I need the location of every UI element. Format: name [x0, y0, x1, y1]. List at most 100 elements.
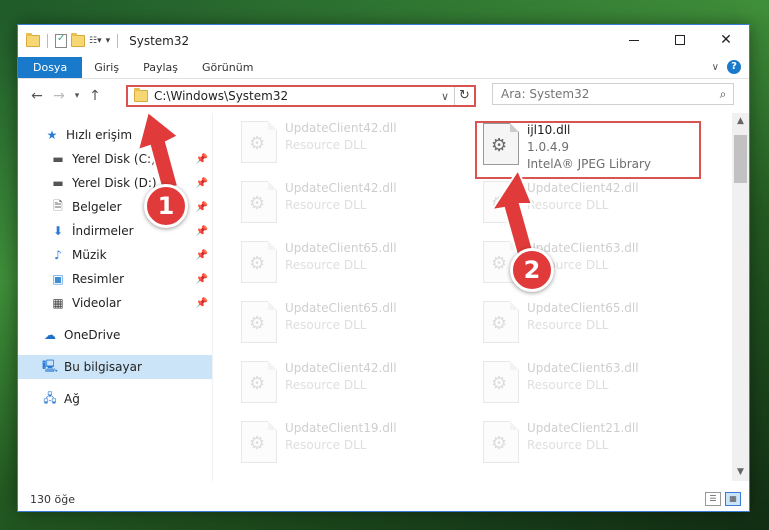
sidebar-item-label: Yerel Disk (C:) — [72, 152, 156, 166]
sidebar-item-label: İndirmeler — [72, 224, 134, 238]
dll-file-icon: ⚙ — [483, 301, 519, 343]
pin-icon[interactable]: 📌 — [196, 298, 208, 309]
dll-file-icon: ⚙ — [483, 421, 519, 463]
tab-home[interactable]: Giriş — [82, 57, 131, 78]
pin-icon[interactable]: 📌 — [196, 274, 208, 285]
status-bar: 130 öğe ☰ ▦ — [18, 487, 749, 511]
sidebar-item-quick-access[interactable]: ★ Hızlı erişim — [18, 123, 212, 147]
maximize-button[interactable] — [657, 25, 703, 55]
file-description: Resource DLL — [527, 438, 609, 452]
pin-icon[interactable]: 📌 — [196, 226, 208, 237]
folder-icon[interactable] — [26, 33, 40, 47]
forward-arrow-icon[interactable]: → — [48, 88, 70, 104]
new-folder-icon[interactable] — [71, 33, 85, 47]
star-icon: ★ — [46, 128, 58, 142]
sidebar-item-onedrive[interactable]: ☁ OneDrive — [18, 323, 212, 347]
sidebar-item-network[interactable]: 🖧 Ağ — [18, 387, 212, 411]
search-box[interactable]: ⌕ — [492, 83, 734, 105]
up-arrow-icon[interactable]: ↑ — [84, 88, 106, 104]
pictures-icon: ▣ — [52, 272, 64, 286]
window-controls: ✕ — [611, 25, 749, 55]
file-item[interactable]: ⚙ UpdateClient65.dll Resource DLL — [233, 297, 463, 353]
recent-locations-icon[interactable]: ▾ — [70, 91, 84, 101]
search-input[interactable] — [493, 87, 713, 101]
toolbar-separator — [47, 34, 48, 48]
music-icon: ♪ — [54, 248, 62, 262]
details-view-icon[interactable]: ☰ — [705, 492, 721, 506]
minimize-icon — [629, 39, 639, 41]
sidebar-item-label: Belgeler — [72, 200, 122, 214]
file-name: UpdateClient42.dll — [285, 181, 397, 195]
drive-icon: ▬ — [52, 176, 64, 190]
help-icon[interactable]: ? — [727, 60, 741, 74]
expand-ribbon-icon[interactable]: ∨ — [712, 62, 719, 73]
dll-file-icon: ⚙ — [241, 121, 277, 163]
file-item[interactable]: ⚙ UpdateClient63.dll Resource DLL — [475, 357, 705, 413]
file-description: Resource DLL — [285, 318, 367, 332]
file-item[interactable]: ⚙ UpdateClient42.dll Resource DLL — [233, 177, 463, 233]
scroll-up-icon[interactable]: ▲ — [732, 113, 749, 130]
vertical-scrollbar[interactable]: ▲ ▼ — [732, 113, 749, 481]
item-count: 130 öğe — [30, 492, 75, 506]
file-item[interactable]: ⚙ UpdateClient19.dll Resource DLL — [233, 417, 463, 473]
sidebar-item-music[interactable]: ♪ Müzik 📌 — [18, 243, 212, 267]
scroll-down-icon[interactable]: ▼ — [732, 464, 749, 481]
sidebar-item-videos[interactable]: ▦ Videolar 📌 — [18, 291, 212, 315]
title-bar: ☷▾ ▾ System32 ✕ — [18, 25, 749, 57]
close-icon: ✕ — [720, 32, 732, 48]
file-description: Resource DLL — [285, 438, 367, 452]
refresh-icon[interactable]: ↻ — [454, 87, 474, 105]
pin-icon[interactable]: 📌 — [196, 154, 208, 165]
tab-view[interactable]: Görünüm — [190, 57, 265, 78]
tiles-view-icon[interactable]: ▦ — [725, 492, 741, 506]
sidebar-item-label: Yerel Disk (D:) — [72, 176, 157, 190]
file-description: Resource DLL — [285, 258, 367, 272]
file-description: Resource DLL — [285, 198, 367, 212]
computer-icon: 🖳 — [42, 358, 59, 373]
sidebar-item-this-pc[interactable]: 🖳 Bu bilgisayar — [18, 355, 212, 379]
tab-file[interactable]: Dosya — [18, 57, 83, 78]
sidebar-item-pictures[interactable]: ▣ Resimler 📌 — [18, 267, 212, 291]
address-dropdown-icon[interactable]: ∨ — [436, 90, 454, 103]
sidebar-item-label: Videolar — [72, 296, 122, 310]
pin-icon[interactable]: 📌 — [196, 202, 208, 213]
pin-icon[interactable]: 📌 — [196, 250, 208, 261]
window-title: System32 — [129, 34, 190, 48]
toolbar-dropdown-icon[interactable]: ▾ — [106, 36, 111, 46]
file-item[interactable]: ⚙ UpdateClient42.dll Resource DLL — [233, 357, 463, 413]
sidebar-item-local-disk-c[interactable]: ▬ Yerel Disk (C:) 📌 — [18, 147, 212, 171]
annotation-badge-2: 2 — [510, 248, 554, 292]
pane-divider[interactable] — [212, 113, 213, 481]
back-arrow-icon[interactable]: ← — [26, 88, 48, 104]
sidebar-item-label: Müzik — [72, 248, 107, 262]
file-highlight-box — [475, 121, 701, 179]
ribbon-tabs: Dosya Giriş Paylaş Görünüm ∨ ? — [18, 57, 749, 79]
navigation-pane: ★ Hızlı erişim ▬ Yerel Disk (C:) 📌 ▬ Yer… — [18, 113, 212, 481]
search-icon[interactable]: ⌕ — [713, 87, 733, 102]
sidebar-item-label: Bu bilgisayar — [64, 360, 142, 374]
sidebar-item-downloads[interactable]: ⬇ İndirmeler 📌 — [18, 219, 212, 243]
network-icon: 🖧 — [43, 390, 57, 405]
file-item[interactable]: ⚙ UpdateClient65.dll Resource DLL — [475, 297, 705, 353]
dll-file-icon: ⚙ — [241, 241, 277, 283]
pin-icon[interactable]: 📌 — [196, 178, 208, 189]
close-button[interactable]: ✕ — [703, 25, 749, 55]
tab-share[interactable]: Paylaş — [131, 57, 190, 78]
file-item[interactable]: ⚙ UpdateClient42.dll Resource DLL — [233, 117, 463, 173]
file-name: UpdateClient63.dll — [527, 361, 639, 375]
properties-icon[interactable] — [55, 33, 67, 48]
file-name: UpdateClient65.dll — [285, 301, 397, 315]
scroll-thumb[interactable] — [734, 135, 747, 183]
minimize-button[interactable] — [611, 25, 657, 55]
dll-file-icon: ⚙ — [483, 361, 519, 403]
file-name: UpdateClient42.dll — [527, 181, 639, 195]
file-item[interactable]: ⚙ UpdateClient21.dll Resource DLL — [475, 417, 705, 473]
file-item[interactable]: ⚙ UpdateClient65.dll Resource DLL — [233, 237, 463, 293]
maximize-icon — [675, 35, 685, 45]
address-bar[interactable]: ∨ ↻ — [126, 85, 476, 107]
file-description: Resource DLL — [527, 318, 609, 332]
address-input[interactable] — [154, 89, 436, 103]
sidebar-item-label: Hızlı erişim — [66, 128, 133, 142]
customize-toolbar-icon[interactable]: ☷▾ — [89, 36, 102, 46]
file-item[interactable]: ⚙ UpdateClient42.dll Resource DLL — [475, 177, 705, 233]
